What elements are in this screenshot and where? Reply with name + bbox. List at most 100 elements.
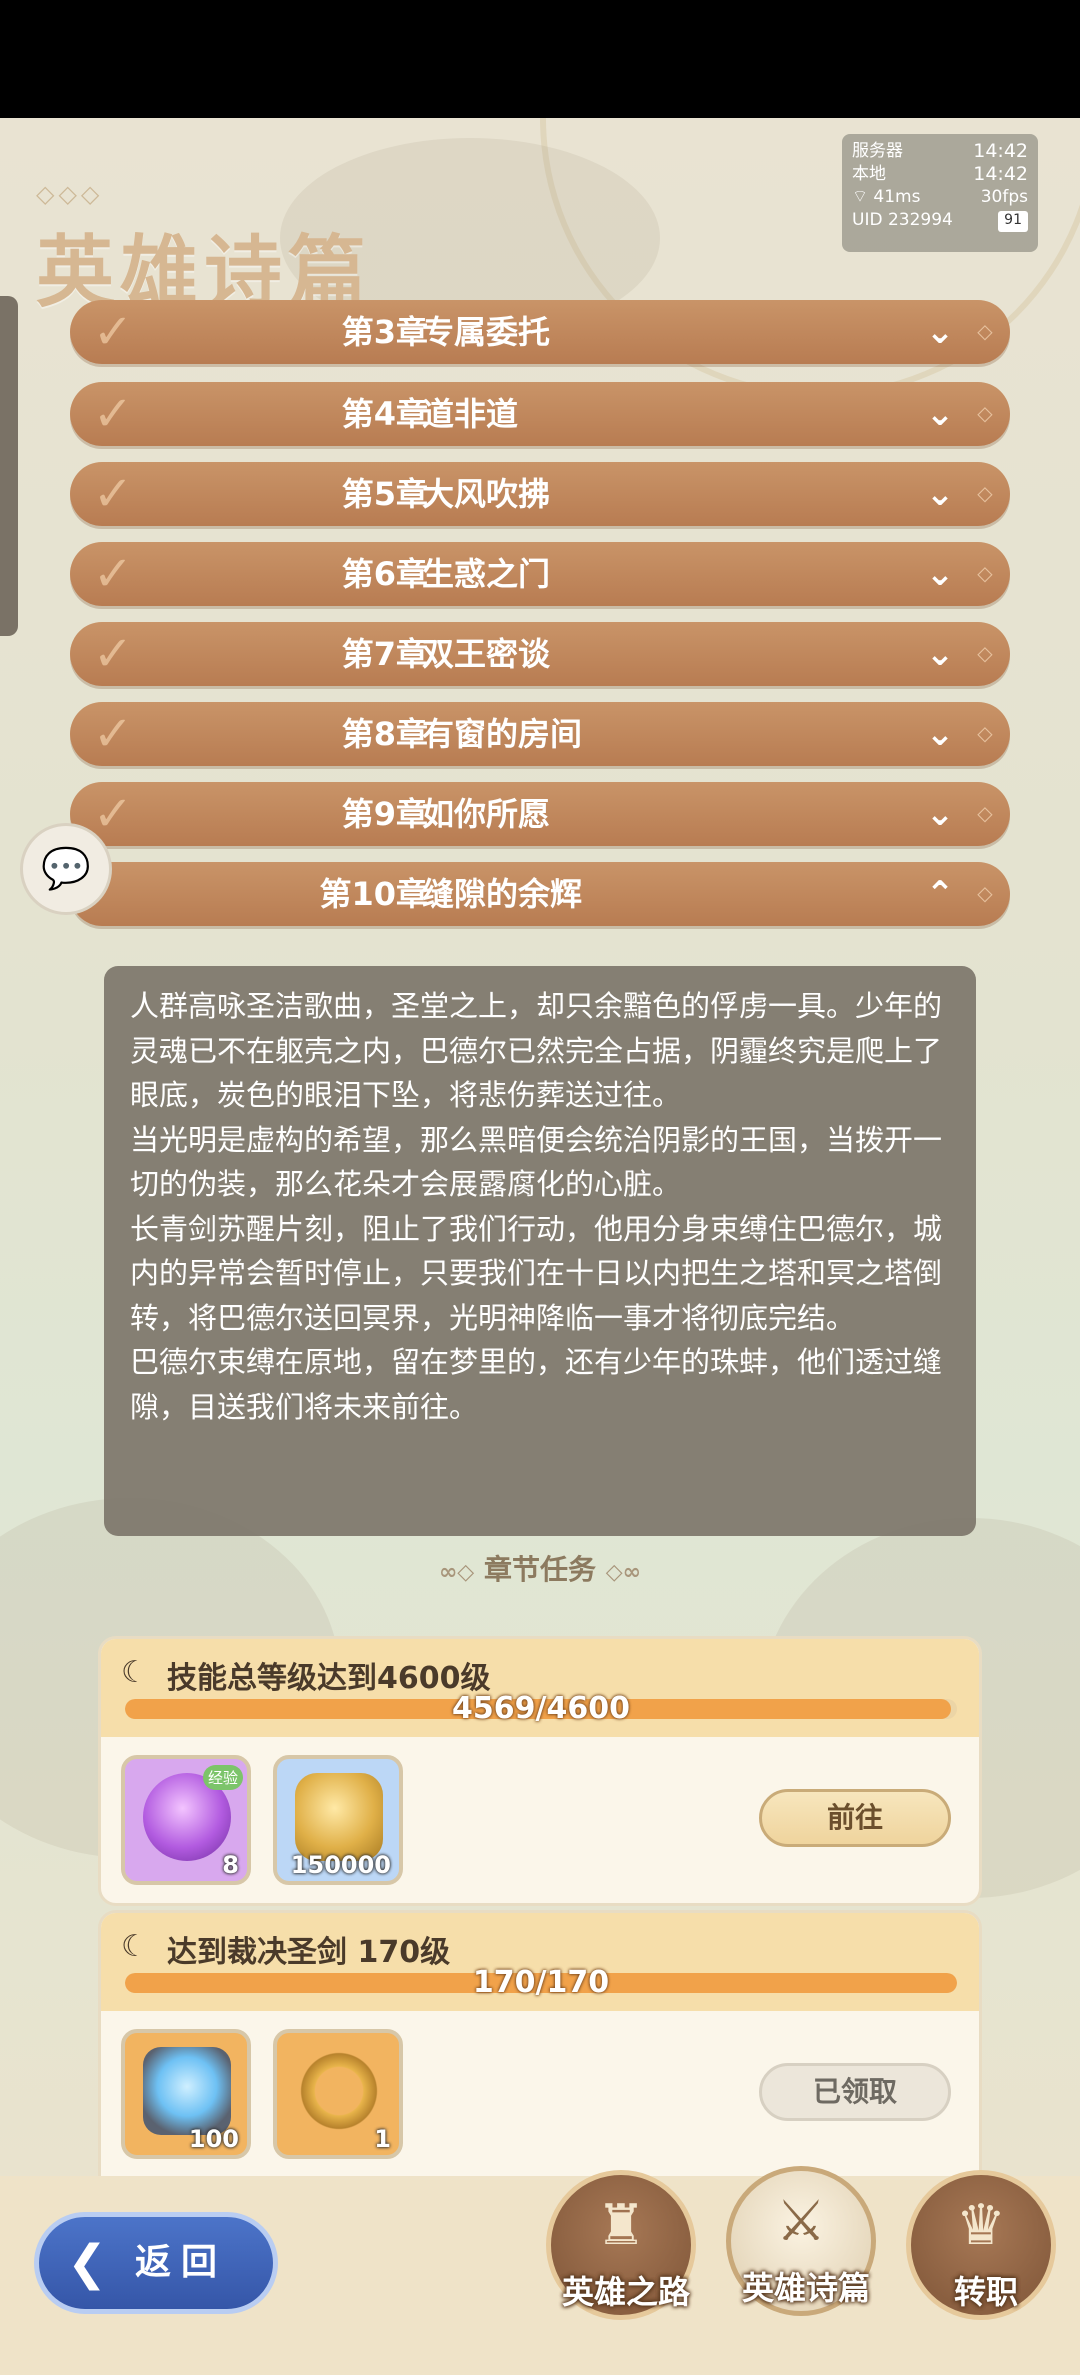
chapter-number: 第9章 xyxy=(341,795,428,833)
reward-item[interactable]: 100 xyxy=(121,2029,251,2159)
check-icon: ✓ xyxy=(92,466,134,522)
back-button[interactable]: ❮ 返回 xyxy=(34,2212,278,2314)
chapter-row[interactable]: ✓ 第4章 道非道 ⌄ ◇ xyxy=(70,382,1010,446)
chapter-row[interactable]: ✓ 第7章 双王密谈 ⌄ ◇ xyxy=(70,622,1010,686)
fps-value: 30fps xyxy=(980,187,1028,207)
crystal-canister-icon xyxy=(143,2047,231,2135)
left-ornament-icon: ∞◇ xyxy=(438,1560,475,1585)
chapter-row[interactable]: ✓ 第9章 如你所愿 ⌄ ◇ xyxy=(70,782,1010,846)
task-card: ☾ 技能总等级达到4600级 4569/4600 经验 8 150000 前往 xyxy=(98,1636,982,1906)
back-arrow-icon: ❮ xyxy=(67,2235,108,2291)
progress-text: 4569/4600 xyxy=(452,1691,630,1726)
claimed-button[interactable]: 已领取 xyxy=(759,2063,951,2121)
chat-bubble-icon[interactable]: 💬 xyxy=(20,823,112,915)
gem-icon: ◇ xyxy=(977,481,993,505)
check-icon: ✓ xyxy=(92,706,134,762)
chapter-number: 第10章 xyxy=(319,875,428,913)
check-icon: ✓ xyxy=(92,546,134,602)
chapter-story-text: 人群高咏圣洁歌曲，圣堂之上，却只余黯色的俘虏一具。少年的灵魂已不在躯壳之内，巴德… xyxy=(104,966,976,1536)
local-label: 本地 xyxy=(852,164,886,184)
check-icon: ✓ xyxy=(92,386,134,442)
nav-label: 英雄之路 xyxy=(561,2273,690,2311)
gold-coin-icon xyxy=(295,1773,383,1861)
ping-value: 41ms xyxy=(873,187,921,207)
chapter-name: 生惑之门 xyxy=(422,555,551,593)
section-title-text: 章节任务 xyxy=(483,1553,596,1586)
chapter-number: 第4章 xyxy=(341,395,428,433)
check-icon: ✓ xyxy=(92,626,134,682)
collapse-icon[interactable]: ⌃ xyxy=(918,872,962,916)
chapter-row-expanded[interactable]: ◇ 第10章 缝隙的余辉 ⌃ ◇ xyxy=(70,862,1010,926)
expand-icon[interactable]: ⌄ xyxy=(918,552,962,596)
section-title: ∞◇ 章节任务 ◇∞ xyxy=(380,1550,700,1593)
server-time: 14:42 xyxy=(973,140,1028,162)
chapter-row[interactable]: ✓ 第8章 有窗的房间 ⌄ ◇ xyxy=(70,702,1010,766)
reward-item[interactable]: 1 xyxy=(273,2029,403,2159)
gold-ring-icon xyxy=(295,2047,383,2135)
gem-icon: ◇ xyxy=(977,721,993,745)
reward-item[interactable]: 150000 xyxy=(273,1755,403,1885)
expand-icon[interactable]: ⌄ xyxy=(918,712,962,756)
chapter-name: 专属委托 xyxy=(422,313,551,351)
moon-icon: ☾ xyxy=(121,1655,148,1690)
expand-icon[interactable]: ⌄ xyxy=(918,632,962,676)
chapter-name: 道非道 xyxy=(422,395,519,433)
moon-icon: ☾ xyxy=(121,1929,148,1964)
gem-icon: ◇ xyxy=(977,401,993,425)
chapter-number: 第3章 xyxy=(341,313,428,351)
reward-item[interactable]: 经验 8 xyxy=(121,1755,251,1885)
expand-icon[interactable]: ⌄ xyxy=(918,310,962,354)
gem-icon: ◇ xyxy=(977,881,993,905)
hero-epic-screen: ◇ ◇ ◇ 英雄诗篇 服务器 14:42 本地 14:42 ⌔ 41ms 30fps UI… xyxy=(0,118,1080,2375)
chapter-name: 有窗的房间 xyxy=(422,715,583,753)
back-label: 返回 xyxy=(135,2242,228,2283)
nav-label: 转职 xyxy=(953,2273,1018,2311)
progress-text: 170/170 xyxy=(472,1965,610,2000)
crown-icon: ♛ xyxy=(955,2193,1007,2258)
expand-icon[interactable]: ⌄ xyxy=(918,792,962,836)
exp-badge: 经验 xyxy=(202,1765,243,1790)
right-ornament-icon: ◇∞ xyxy=(605,1560,641,1585)
sword-book-icon: ⚔ xyxy=(775,2189,827,2254)
wifi-icon: ⌔ xyxy=(852,187,868,207)
gem-icon: ◇ xyxy=(977,319,993,343)
task-header: ☾ 技能总等级达到4600级 4569/4600 xyxy=(101,1639,979,1737)
chapter-row[interactable]: ✓ 第3章 专属委托 ⌄ ◇ xyxy=(70,300,1010,364)
story-paragraph: 长青剑苏醒片刻，阻止了我们行动，他用分身束缚住巴德尔，城内的异常会暂时停止，只要… xyxy=(130,1211,943,1335)
story-paragraph: 当光明是虚构的希望，那么黑暗便会统治阴影的王国，当拨开一切的伪装，那么花朵才会展… xyxy=(130,1122,943,1202)
performance-overlay: 服务器 14:42 本地 14:42 ⌔ 41ms 30fps UID 232994 9… xyxy=(842,134,1038,252)
system-status-strip xyxy=(0,0,1080,118)
expand-icon[interactable]: ⌄ xyxy=(918,392,962,436)
nav-label: 英雄诗篇 xyxy=(741,2269,870,2307)
chapter-row[interactable]: ✓ 第6章 生惑之门 ⌄ ◇ xyxy=(70,542,1010,606)
battery-icon: 91 xyxy=(998,211,1028,232)
chapter-number: 第7章 xyxy=(341,635,428,673)
gem-icon: ◇ xyxy=(977,801,993,825)
reward-count: 1 xyxy=(374,2125,391,2153)
uid-value: UID 232994 xyxy=(852,210,953,230)
server-label: 服务器 xyxy=(852,141,903,161)
chapter-row[interactable]: ✓ 第5章 大风吹拂 ⌄ ◇ xyxy=(70,462,1010,526)
story-paragraph: 人群高咏圣洁歌曲，圣堂之上，却只余黯色的俘虏一具。少年的灵魂已不在躯壳之内，巴德… xyxy=(130,989,943,1112)
reward-count: 8 xyxy=(222,1851,239,1879)
task-header: ☾ 达到裁决圣剑 170级 170/170 xyxy=(101,1913,979,2011)
gem-icon: ◇ xyxy=(977,641,993,665)
local-time: 14:42 xyxy=(973,163,1028,185)
chapter-name: 如你所愿 xyxy=(422,795,551,833)
check-icon: ✓ xyxy=(92,304,134,360)
chapter-name: 缝隙的余辉 xyxy=(422,875,583,913)
nav-hero-road[interactable]: ♜ 英雄之路 xyxy=(546,2170,696,2320)
chapter-name: 大风吹拂 xyxy=(422,475,551,513)
chapter-number: 第8章 xyxy=(341,715,428,753)
go-button[interactable]: 前往 xyxy=(759,1789,951,1847)
nav-job-change[interactable]: ♛ 转职 xyxy=(906,2170,1056,2320)
throne-icon: ♜ xyxy=(595,2193,647,2258)
chapter-name: 双王密谈 xyxy=(422,635,551,673)
side-drawer-handle[interactable] xyxy=(0,296,18,636)
chapter-number: 第5章 xyxy=(341,475,428,513)
nav-hero-epic[interactable]: ⚔ 英雄诗篇 xyxy=(726,2166,876,2316)
expand-icon[interactable]: ⌄ xyxy=(918,472,962,516)
reward-count: 100 xyxy=(188,2125,239,2153)
gem-icon: ◇ xyxy=(977,561,993,585)
story-paragraph: 巴德尔束缚在原地，留在梦里的，还有少年的珠蚌，他们透过缝隙，目送我们将未来前往。 xyxy=(130,1345,943,1424)
